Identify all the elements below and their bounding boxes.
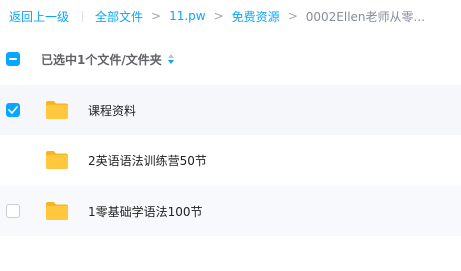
file-browser: 返回上一级 全部文件 > 11.pw > 免费资源 > 0002Ellen老师从… xyxy=(0,0,461,271)
folder-icon xyxy=(46,101,68,119)
row-checkbox[interactable] xyxy=(6,204,20,218)
back-link[interactable]: 返回上一级 xyxy=(9,8,69,25)
selection-text: 已选中1个文件/文件夹 xyxy=(41,52,162,67)
breadcrumb-divider xyxy=(82,10,84,22)
file-row[interactable]: 2英语语法训练营50节 xyxy=(0,135,461,185)
row-checkbox[interactable] xyxy=(6,103,20,117)
file-row[interactable]: 1零基础学语法100节 xyxy=(0,186,461,236)
select-all-checkbox[interactable] xyxy=(6,52,20,66)
check-icon xyxy=(8,106,18,114)
file-name[interactable]: 1零基础学语法100节 xyxy=(88,203,203,220)
file-name[interactable]: 2英语语法训练营50节 xyxy=(88,152,207,169)
breadcrumb-current: 0002Ellen老师从零... xyxy=(305,9,425,24)
partial-check-icon xyxy=(9,58,17,60)
breadcrumb-separator: > xyxy=(213,9,224,23)
breadcrumb-item-free-resources[interactable]: 免费资源 xyxy=(232,8,280,25)
breadcrumb: 返回上一级 全部文件 > 11.pw > 免费资源 > 0002Ellen老师从… xyxy=(0,0,461,32)
breadcrumb-item-11pw[interactable]: 11.pw xyxy=(169,9,206,23)
folder-icon xyxy=(46,202,68,220)
folder-icon xyxy=(46,151,68,169)
sort-up-icon xyxy=(167,54,174,58)
sort-down-icon xyxy=(167,60,174,64)
file-row[interactable]: 课程资料 xyxy=(0,85,461,135)
list-header: 已选中1个文件/文件夹 xyxy=(0,40,461,78)
breadcrumb-separator: > xyxy=(287,9,298,23)
breadcrumb-separator: > xyxy=(151,9,162,23)
selection-summary: 已选中1个文件/文件夹 xyxy=(41,51,174,68)
breadcrumb-item-all-files[interactable]: 全部文件 xyxy=(95,8,143,25)
sort-icon[interactable] xyxy=(167,54,174,64)
file-name[interactable]: 课程资料 xyxy=(88,102,136,119)
